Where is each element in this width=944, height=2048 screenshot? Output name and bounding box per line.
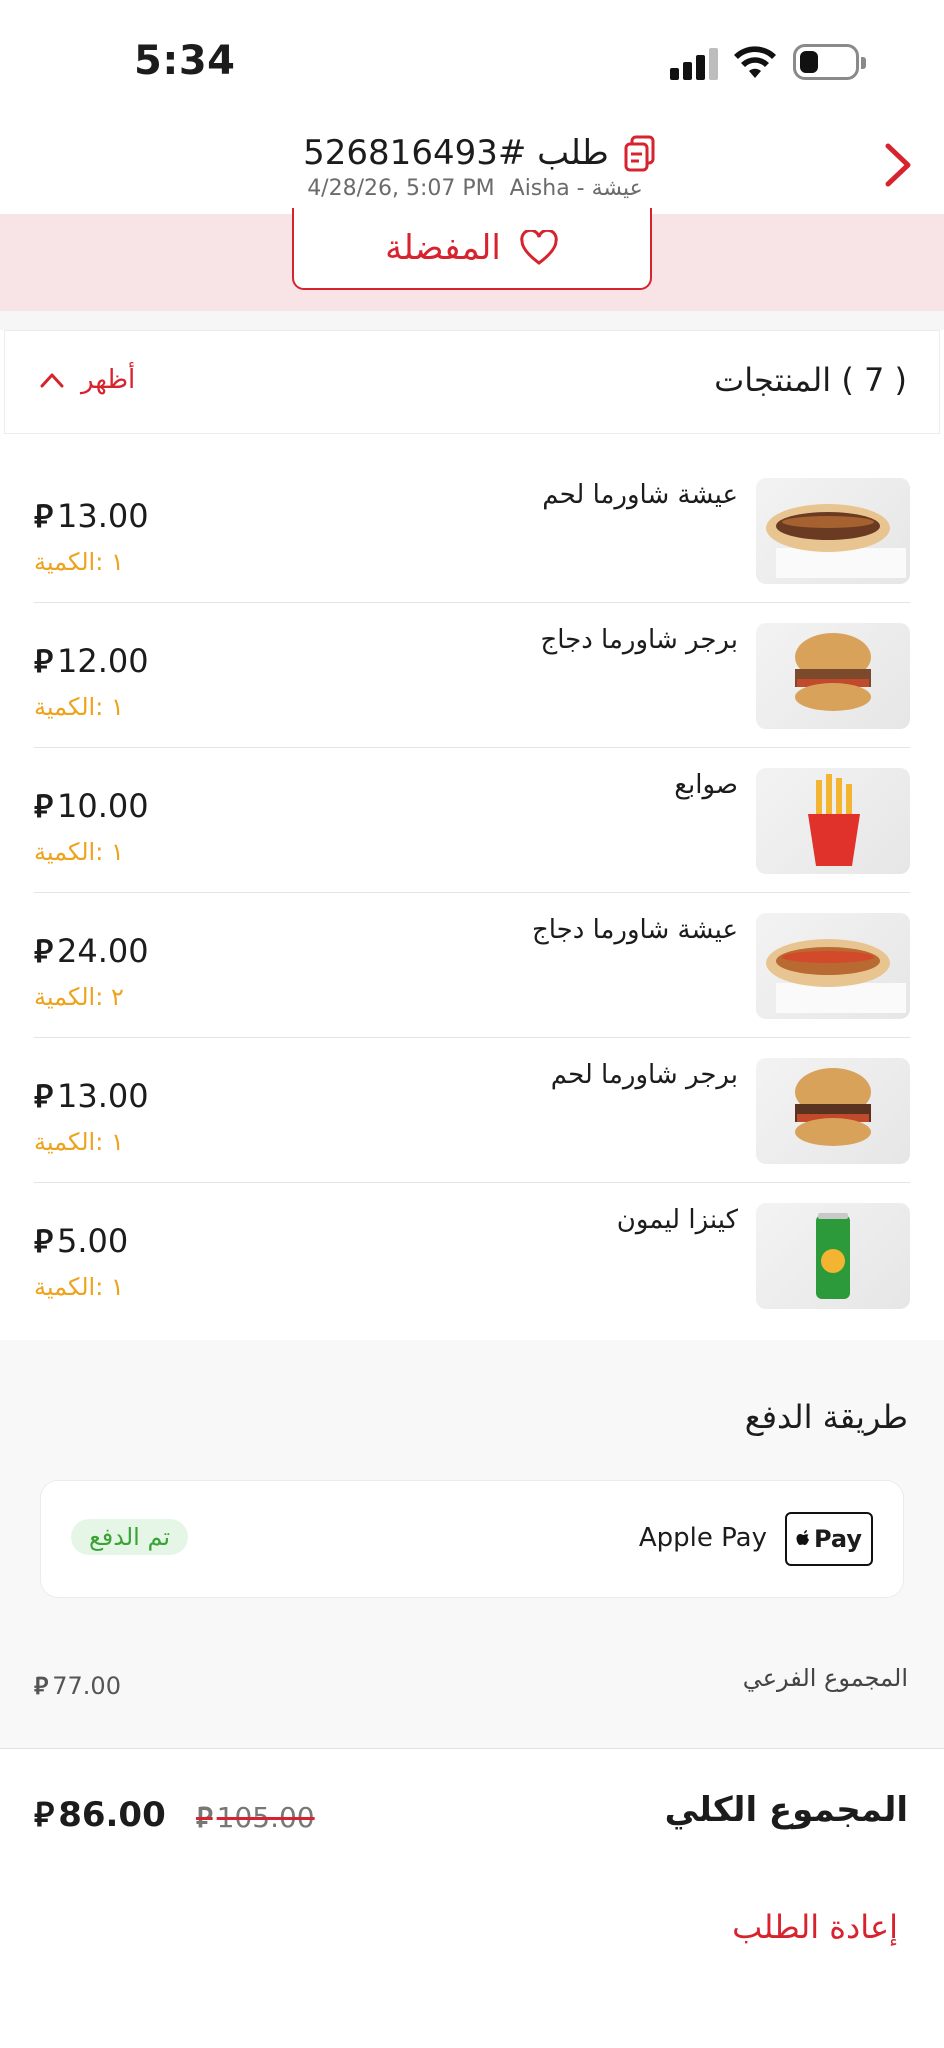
product-quantity: ١ :الكمية	[34, 1273, 124, 1301]
product-name: عيشة شاورما لحم	[542, 480, 738, 510]
product-quantity: ٢ :الكمية	[34, 983, 124, 1011]
currency-symbol: ⃁	[34, 1077, 54, 1115]
product-price: ⃁ 10.00	[34, 787, 149, 825]
payment-section: طريقة الدفع Pay Apple Pay تم الدفع المجم…	[0, 1340, 944, 1748]
wifi-icon	[734, 46, 776, 78]
currency-symbol: ⃁	[34, 1672, 49, 1700]
chevron-right-icon[interactable]	[880, 140, 916, 190]
apple-pay-logo-text: Pay	[813, 1525, 863, 1553]
original-total-value: ⃁ 105.00	[196, 1801, 315, 1834]
battery-icon	[793, 44, 866, 80]
order-title-row: طلب #526816493	[300, 128, 660, 178]
order-date: 4/28/26, 5:07 PM	[307, 176, 495, 201]
currency-symbol: ⃁	[196, 1801, 213, 1834]
favorite-band: المفضلة	[0, 208, 944, 311]
product-name: برجر شاورما دجاج	[540, 625, 738, 655]
product-item[interactable]: برجر شاورما دجاج ⃁ 12.00 ١ :الكمية	[34, 603, 910, 748]
product-image	[756, 913, 910, 1019]
can-image	[816, 1213, 850, 1299]
product-item[interactable]: كينزا ليمون ⃁ 5.00 ١ :الكمية	[34, 1183, 910, 1328]
payment-title: طريقة الدفع	[744, 1398, 908, 1436]
total-value: ⃁ 86.00	[34, 1795, 166, 1835]
reorder-button[interactable]: إعادة الطلب	[732, 1908, 898, 1946]
payment-method: Apple Pay	[638, 1523, 767, 1553]
currency-symbol: ⃁	[34, 497, 54, 535]
burger-image	[795, 633, 871, 711]
product-image	[756, 1203, 910, 1309]
apple-pay-logo-icon: Pay	[785, 1512, 873, 1566]
currency-symbol: ⃁	[34, 787, 54, 825]
product-image	[756, 478, 910, 584]
cellular-signal-icon	[670, 48, 718, 80]
restaurant-name: Aisha - عيشة	[509, 176, 643, 201]
product-item[interactable]: برجر شاورما لحم ⃁ 13.00 ١ :الكمية	[34, 1038, 910, 1183]
product-quantity: ١ :الكمية	[34, 1128, 124, 1156]
currency-symbol: ⃁	[34, 1795, 55, 1835]
status-bar: 5:34	[0, 0, 944, 118]
product-item[interactable]: صوابع ⃁ 10.00 ١ :الكمية	[34, 748, 910, 893]
currency-symbol: ⃁	[34, 1222, 54, 1260]
wrap-image	[766, 504, 906, 578]
product-quantity: ١ :الكمية	[34, 693, 124, 721]
product-item[interactable]: عيشة شاورما دجاج ⃁ 24.00 ٢ :الكمية	[34, 893, 910, 1038]
product-price: ⃁ 24.00	[34, 932, 149, 970]
order-title: طلب #526816493	[303, 133, 609, 173]
product-image	[756, 1058, 910, 1164]
products-header: ( 7 ) المنتجات أظهر	[4, 330, 940, 434]
order-header: طلب #526816493 4/28/26, 5:07 PM Aisha - …	[0, 118, 944, 214]
wrap-image	[766, 939, 906, 1013]
show-toggle[interactable]: أظهر	[39, 365, 135, 395]
status-time: 5:34	[134, 38, 236, 84]
product-name: عيشة شاورما دجاج	[531, 915, 738, 945]
currency-symbol: ⃁	[34, 642, 54, 680]
payment-card: Pay Apple Pay تم الدفع	[40, 1480, 904, 1598]
total-label: المجموع الكلي	[664, 1790, 908, 1830]
product-image	[756, 623, 910, 729]
product-price: ⃁ 5.00	[34, 1222, 129, 1260]
product-name: صوابع	[674, 770, 738, 800]
chevron-up-icon	[40, 373, 64, 388]
apple-icon	[796, 1530, 809, 1545]
product-quantity: ١ :الكمية	[34, 838, 124, 866]
product-quantity: ١ :الكمية	[34, 548, 124, 576]
subtotal-value: ⃁ 77.00	[34, 1672, 121, 1700]
order-meta: 4/28/26, 5:07 PM Aisha - عيشة	[250, 176, 700, 201]
product-image	[756, 768, 910, 874]
currency-symbol: ⃁	[34, 932, 54, 970]
product-price: ⃁ 13.00	[34, 497, 149, 535]
subtotal-label: المجموع الفرعي	[742, 1664, 908, 1692]
heart-icon	[520, 230, 558, 265]
copy-icon[interactable]	[623, 134, 657, 172]
fries-image	[808, 774, 860, 866]
favorite-button[interactable]: المفضلة	[292, 208, 652, 290]
show-label: أظهر	[81, 365, 136, 395]
product-price: ⃁ 13.00	[34, 1077, 149, 1115]
product-name: برجر شاورما لحم	[550, 1060, 738, 1090]
product-name: كينزا ليمون	[616, 1205, 738, 1235]
product-price: ⃁ 12.00	[34, 642, 149, 680]
divider	[0, 1748, 944, 1749]
paid-status-badge: تم الدفع	[71, 1519, 189, 1555]
favorite-label: المفضلة	[385, 228, 501, 268]
products-title: ( 7 ) المنتجات	[714, 361, 907, 399]
burger-image	[795, 1068, 871, 1146]
order-details-screen: 5:34 طلب #526816493 4/28/26, 5:07 PM Ais…	[0, 0, 944, 2048]
product-item[interactable]: عيشة شاورما لحم ⃁ 13.00 ١ :الكمية	[34, 458, 910, 603]
section-gap	[0, 311, 944, 330]
